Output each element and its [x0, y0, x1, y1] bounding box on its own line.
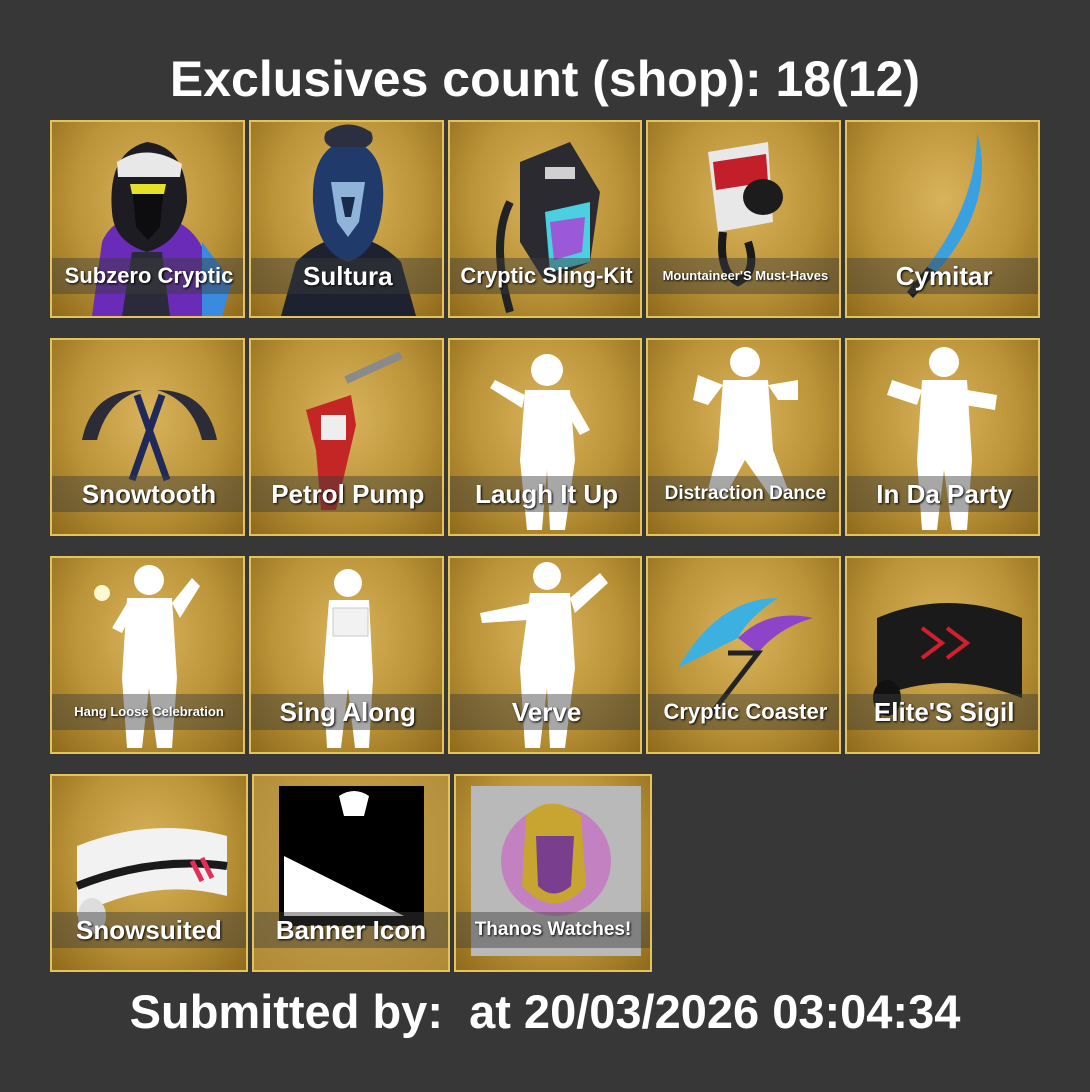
- item-tile-thanos-watches[interactable]: Thanos Watches!: [454, 774, 652, 972]
- item-tile-hang-loose-celebration[interactable]: Hang Loose Celebration: [50, 556, 245, 754]
- item-label: Snowtooth: [52, 476, 243, 512]
- item-label: Sultura: [250, 258, 442, 294]
- item-tile-cryptic-coaster[interactable]: Cryptic Coaster: [646, 556, 842, 754]
- item-label: Petrol Pump: [250, 476, 442, 512]
- item-tile-laugh-it-up[interactable]: Laugh It Up: [447, 338, 643, 536]
- item-row: Snowtooth Petrol Pump Laugh It Up Distra…: [50, 338, 1040, 536]
- item-row: Subzero Cryptic Sultura Cryptic Sling-Ki…: [50, 120, 1040, 318]
- item-label: Hang Loose Celebration: [52, 694, 243, 730]
- page-title: Exclusives count (shop): 18(12): [169, 51, 921, 107]
- item-tile-cryptic-sling-kit[interactable]: Cryptic Sling-Kit: [447, 120, 643, 318]
- item-tile-cymitar[interactable]: Cymitar: [845, 120, 1040, 318]
- item-label: Cryptic Coaster: [648, 694, 840, 730]
- item-tile-sultura[interactable]: Sultura: [248, 120, 444, 318]
- item-label: In Da Party: [847, 476, 1038, 512]
- item-tile-subzero-cryptic[interactable]: Subzero Cryptic: [50, 120, 245, 318]
- item-tile-sing-along[interactable]: Sing Along: [248, 556, 444, 754]
- item-tile-snowsuited[interactable]: Snowsuited: [50, 774, 248, 972]
- item-label: Mountaineer'S Must-Haves: [648, 258, 840, 294]
- item-label: Distraction Dance: [648, 476, 840, 512]
- item-tile-mountaineers-must-haves[interactable]: Mountaineer'S Must-Haves: [646, 120, 842, 318]
- item-grid: Subzero Cryptic Sultura Cryptic Sling-Ki…: [50, 120, 1040, 992]
- item-label: Laugh It Up: [449, 476, 641, 512]
- submitted-by-footer: Submitted by: at 20/03/2026 03:04:34: [129, 985, 961, 1038]
- item-tile-in-da-party[interactable]: In Da Party: [845, 338, 1040, 536]
- item-tile-petrol-pump[interactable]: Petrol Pump: [248, 338, 444, 536]
- item-label: Verve: [449, 694, 641, 730]
- item-label: Banner Icon: [254, 912, 448, 948]
- item-row: Hang Loose Celebration Sing Along Verve: [50, 556, 1040, 754]
- item-label: Cymitar: [847, 258, 1038, 294]
- item-label: Elite'S Sigil: [847, 694, 1038, 730]
- item-label: Snowsuited: [52, 912, 246, 948]
- item-tile-snowtooth[interactable]: Snowtooth: [50, 338, 245, 536]
- item-tile-verve[interactable]: Verve: [447, 556, 643, 754]
- item-label: Sing Along: [250, 694, 442, 730]
- item-label: Thanos Watches!: [456, 912, 650, 948]
- item-tile-distraction-dance[interactable]: Distraction Dance: [646, 338, 842, 536]
- item-label: Subzero Cryptic: [52, 258, 243, 294]
- item-label: Cryptic Sling-Kit: [449, 258, 641, 294]
- item-tile-elites-sigil[interactable]: Elite'S Sigil: [845, 556, 1040, 754]
- item-tile-banner-icon[interactable]: Banner Icon: [252, 774, 450, 972]
- item-row: Snowsuited Banner Icon Thanos Watches!: [50, 774, 1040, 972]
